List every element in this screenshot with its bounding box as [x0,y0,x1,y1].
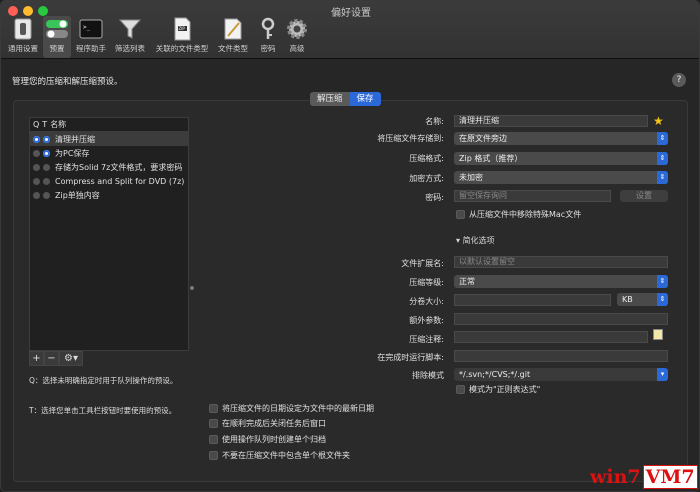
t-radio[interactable] [43,135,50,143]
regex-checkbox[interactable]: 模式为"正则表达式" [456,384,540,395]
toolbar-associated-types[interactable]: ZIP 关联的文件类型 [151,16,213,58]
format-label: 压缩格式: [409,154,444,163]
column-q[interactable]: Q [30,120,39,129]
list-item[interactable]: Compress and Split for DVD (7z) [30,174,188,188]
chevron-updown-icon: ⇕ [657,171,668,184]
t-radio[interactable] [43,191,50,199]
save-to-label: 将压缩文件存储到: [377,134,444,143]
single-archive-checkbox[interactable]: 使用操作队列时创建单个归档 [209,434,326,445]
document-pen-icon [221,17,245,41]
tab-extract[interactable]: 解压缩 [310,92,350,106]
simplify-disclosure[interactable]: ▾ 简化选项 [456,235,495,246]
exclude-combobox[interactable]: */.svn;*/CVS;*/.git ▾ [454,368,668,381]
watermark-logo: win7 VM7 [590,465,698,489]
exclude-label: 排除模式 [412,371,444,380]
toggles-icon [45,17,69,41]
q-radio[interactable] [33,191,40,199]
chevron-updown-icon: ⇕ [657,275,668,288]
split-unit-popup[interactable]: KB ⇕ [617,293,668,306]
list-toolbar: + − ⚙▾ [29,351,83,367]
toolbar-filter-list[interactable]: 筛选列表 [111,16,149,58]
toolbar-presets[interactable]: 预置 [43,16,71,58]
t-radio[interactable] [43,149,50,157]
preset-list-header: Q T 名称 [30,118,188,132]
q-radio[interactable] [33,135,40,143]
script-label: 在完成时运行脚本: [377,353,444,362]
edit-note-icon[interactable] [653,329,663,340]
zip-document-icon: ZIP [170,17,194,41]
split-size-field[interactable] [454,294,611,306]
switch-icon [11,17,35,41]
name-field[interactable]: 清理并压缩 [454,115,648,127]
titlebar: 偏好设置 通用设置 预置 >_ 程序助手 筛选列表 ZIP 关联的文件类型 文件… [1,1,699,59]
preset-actions-menu[interactable]: ⚙▾ [59,351,83,366]
close-window-on-success-checkbox[interactable]: 在顺利完成后关闭任务后窗口 [209,418,326,429]
password-field[interactable]: 留空保存询问 [454,190,611,202]
remove-preset-button[interactable]: − [44,351,59,366]
list-item[interactable]: Zip单独内容 [30,188,188,202]
extension-label: 文件扩展名: [401,259,444,268]
toolbar-general[interactable]: 通用设置 [4,16,42,58]
no-root-folder-checkbox[interactable]: 不要在压缩文件中包含单个根文件夹 [209,450,350,461]
save-to-popup[interactable]: 在原文件旁边 ⇕ [454,132,668,145]
t-note: T：选择您单击工具栏按钮时要使用的预设。 [29,406,177,415]
q-radio[interactable] [33,149,40,157]
split-view-handle[interactable] [190,286,194,290]
split-label: 分卷大小: [409,297,444,306]
extra-params-label: 额外参数: [409,316,444,325]
help-button[interactable]: ? [672,73,686,87]
list-item[interactable]: 清理并压缩 [30,132,188,146]
gear-icon [285,17,309,41]
svg-text:ZIP: ZIP [179,26,186,31]
preset-tabs: 解压缩 保存 [310,92,381,106]
column-name[interactable]: 名称 [47,119,66,130]
set-password-button[interactable]: 设置 [620,190,668,202]
format-popup[interactable]: Zip 格式（推荐） ⇕ [454,152,668,165]
toolbar-advanced[interactable]: 高级 [284,16,310,58]
encrypt-label: 加密方式: [409,174,444,183]
list-item[interactable]: 存储为Solid 7z文件格式，要求密码 [30,160,188,174]
q-radio[interactable] [33,177,40,185]
remove-mac-files-checkbox[interactable]: 从压缩文件中移除特殊Mac文件 [456,209,581,220]
chevron-updown-icon: ⇕ [657,132,668,145]
q-radio[interactable] [33,163,40,171]
column-t[interactable]: T [39,120,47,129]
star-icon[interactable]: ★ [653,114,664,128]
comment-label: 压缩注释: [409,335,444,344]
funnel-icon [118,17,142,41]
add-preset-button[interactable]: + [29,351,44,366]
q-note: Q：选择未明确指定时用于队列操作的预设。 [29,376,178,385]
toolbar-password[interactable]: 密码 [255,16,281,58]
chevron-updown-icon: ⇕ [657,152,668,165]
toolbar-helpers[interactable]: >_ 程序助手 [73,16,109,58]
page-heading: 管理您的压缩和解压缩预设。 [12,77,123,87]
comment-field[interactable] [454,331,648,343]
svg-text:>_: >_ [83,24,91,31]
extra-params-field[interactable] [454,313,668,325]
script-field[interactable] [454,350,668,362]
extension-field[interactable]: 以默认设置留空 [454,256,668,268]
level-label: 压缩等级: [409,278,444,287]
level-popup[interactable]: 正常 ⇕ [454,275,668,288]
preset-list: Q T 名称 清理并压缩 为PC保存 存储为Solid 7z文件格式，要求密码 … [29,117,189,351]
name-label: 名称: [425,117,444,126]
t-radio[interactable] [43,177,50,185]
encrypt-popup[interactable]: 未加密 ⇕ [454,171,668,184]
list-item[interactable]: 为PC保存 [30,146,188,160]
terminal-icon: >_ [79,17,103,41]
t-radio[interactable] [43,163,50,171]
chevron-updown-icon: ⇕ [657,293,668,306]
set-latest-date-checkbox[interactable]: 将压缩文件的日期设定为文件中的最新日期 [209,403,374,414]
password-label: 密码: [425,193,444,202]
toolbar-file-types[interactable]: 文件类型 [215,16,251,58]
preferences-window: 偏好设置 通用设置 预置 >_ 程序助手 筛选列表 ZIP 关联的文件类型 文件… [0,0,700,492]
key-icon [256,17,280,41]
chevron-down-icon: ▾ [657,368,668,381]
tab-save[interactable]: 保存 [349,92,381,106]
